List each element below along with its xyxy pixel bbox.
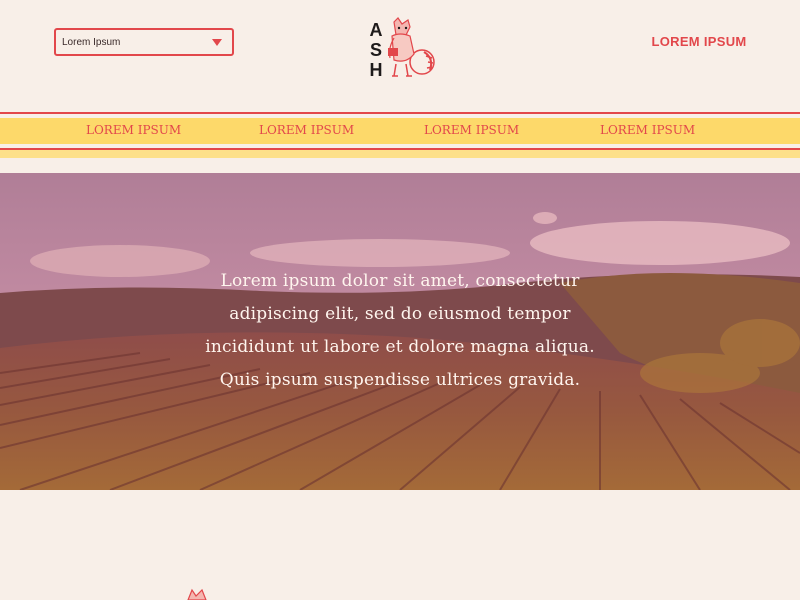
nav-item-2[interactable]: LOREM IPSUM [259, 123, 354, 137]
fox-mascot-icon [388, 17, 435, 77]
fox-mascot-icon [187, 588, 207, 600]
hero-line: incididunt ut labore et dolore magna ali… [205, 337, 595, 357]
hero-headline: Lorem ipsum dolor sit amet, consectetur … [160, 265, 640, 397]
hero-line: Quis ipsum suspendisse ultrices gravida. [219, 370, 581, 390]
hero-line: adipiscing elit, sed do eiusmod tempor [229, 304, 571, 324]
hero-line: Lorem ipsum dolor sit amet, consectetur [220, 271, 580, 291]
logo-letter: S [369, 40, 382, 60]
brand-logo[interactable]: A S H [364, 16, 436, 86]
logo-letter: A [369, 20, 383, 40]
nav-divider [0, 112, 800, 114]
nav-item-3[interactable]: LOREM IPSUM [424, 123, 519, 137]
select-value: Lorem Ipsum [62, 36, 121, 48]
nav-underband [0, 150, 800, 158]
language-select[interactable]: Lorem Ipsum [54, 28, 234, 56]
header-link[interactable]: LOREM IPSUM [640, 34, 758, 49]
nav-item-1[interactable]: LOREM IPSUM [86, 123, 181, 137]
nav-item-4[interactable]: LOREM IPSUM [600, 123, 695, 137]
chevron-down-icon [212, 39, 222, 46]
site-header: Lorem Ipsum A S H LOREM IPSUM [0, 0, 800, 110]
logo-letter: H [369, 60, 383, 80]
hero-banner: Lorem ipsum dolor sit amet, consectetur … [0, 173, 800, 490]
main-nav: LOREM IPSUM LOREM IPSUM LOREM IPSUM LORE… [0, 112, 800, 158]
